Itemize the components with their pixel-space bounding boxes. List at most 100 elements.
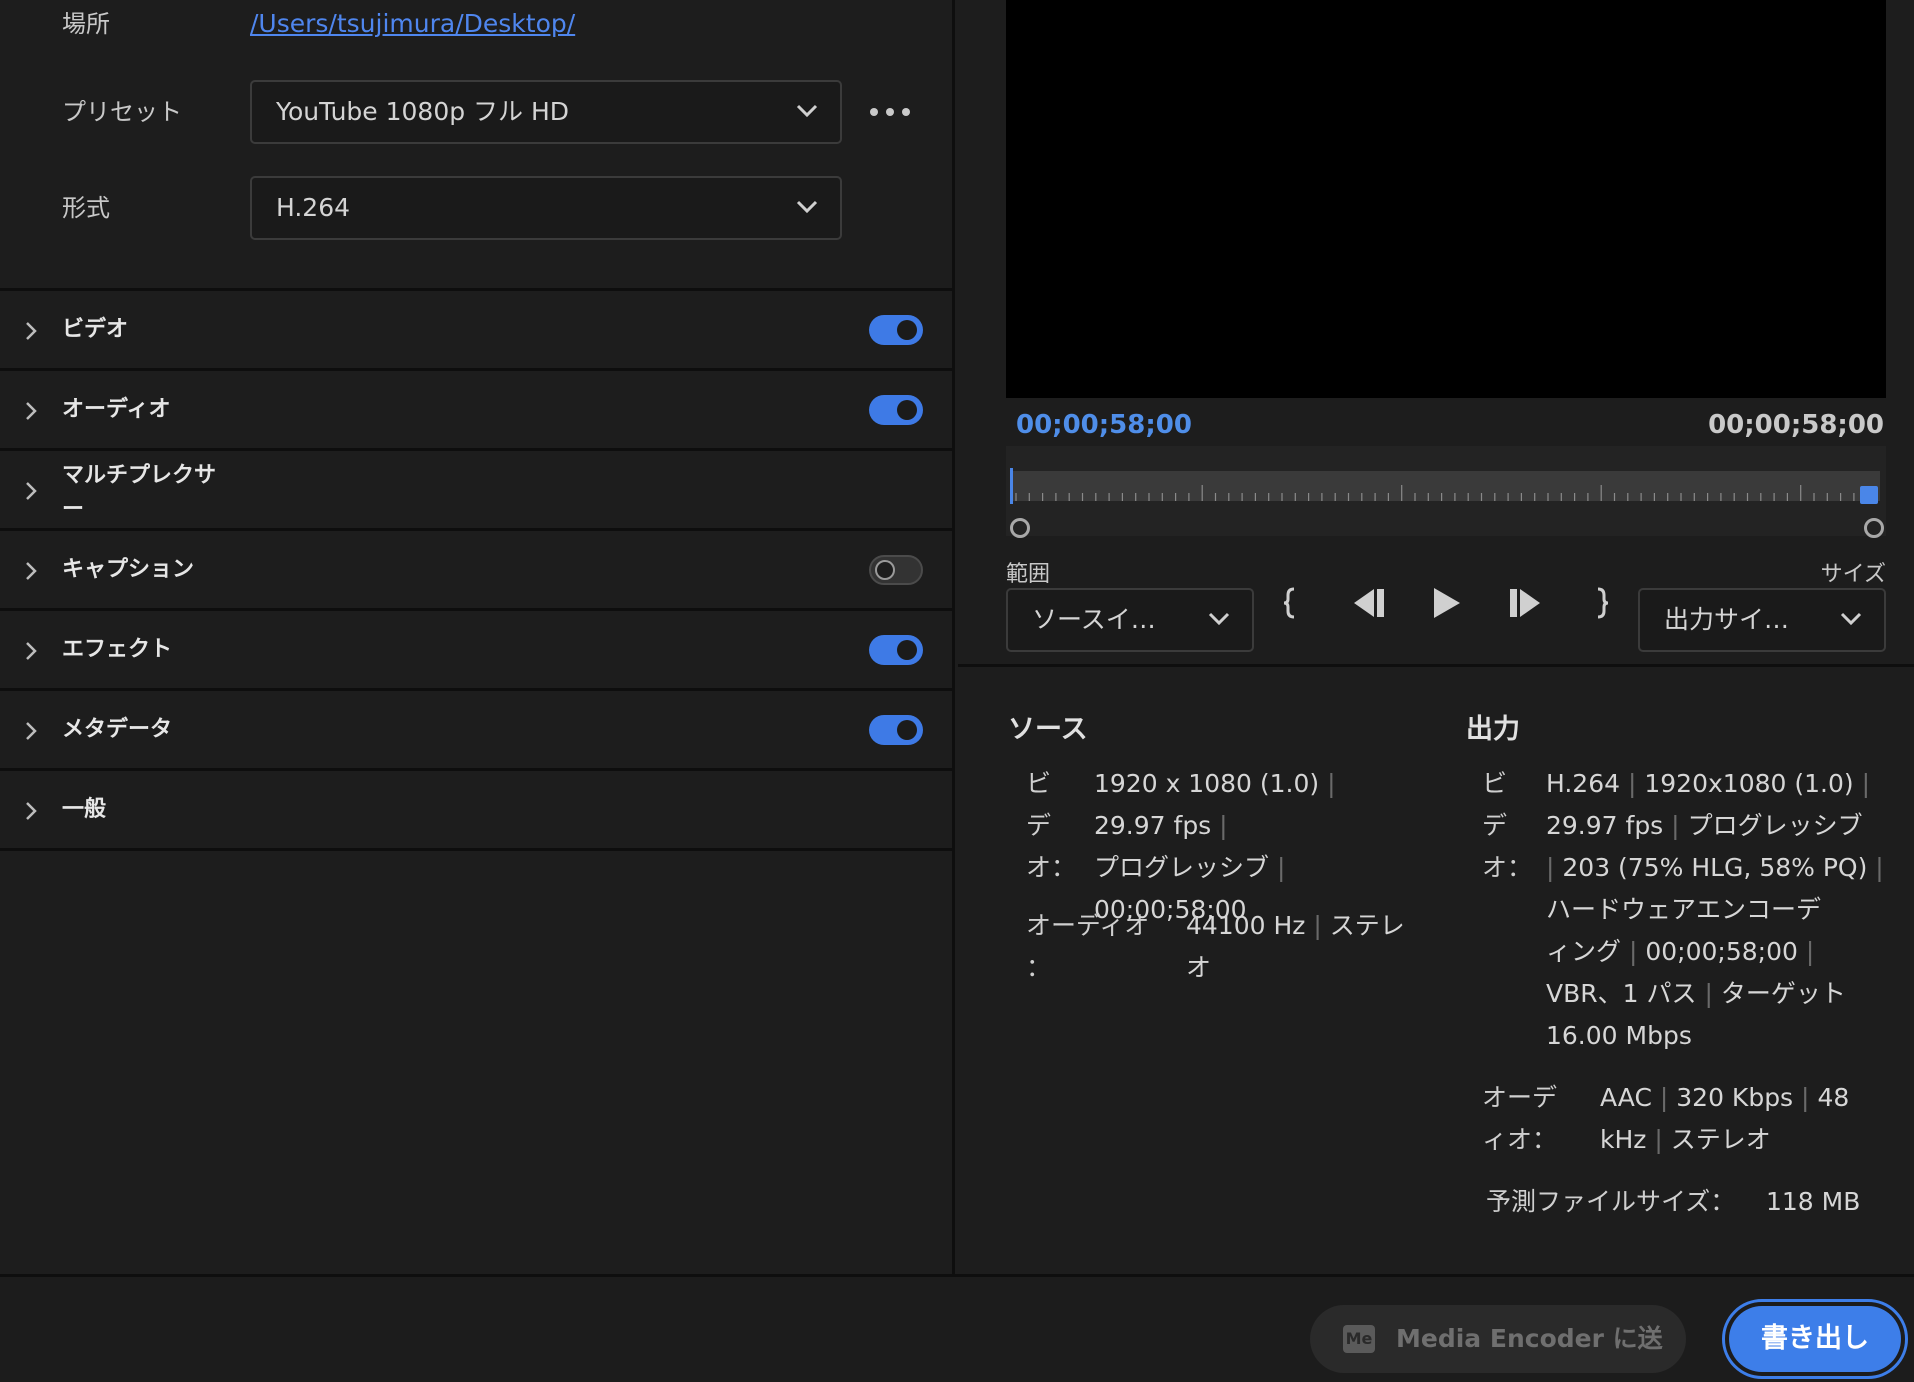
chevron-right-icon — [26, 642, 37, 660]
playhead[interactable] — [1860, 486, 1878, 504]
source-fps: 29.97 fps — [1094, 811, 1212, 840]
chevron-down-icon — [796, 104, 818, 118]
toggle-knob — [897, 720, 917, 740]
output-heading: 出力 — [1466, 714, 1520, 745]
chevron-down-icon — [1840, 612, 1862, 626]
step-forward-icon[interactable] — [1506, 578, 1546, 628]
in-point-marker[interactable] — [1010, 468, 1013, 504]
output-target-label: ターゲット — [1720, 979, 1846, 1008]
output-channels: ステレオ — [1670, 1125, 1771, 1154]
send-to-media-encoder-button[interactable]: Me Media Encoder に送信 — [1310, 1305, 1686, 1373]
output-audio-codec: AAC — [1600, 1083, 1652, 1112]
section-video[interactable]: ビデオ — [0, 291, 955, 371]
format-row: 形式 H.264 — [0, 176, 955, 240]
output-video-label: ビ デ オ： — [1482, 763, 1532, 889]
size-label: サイズ — [1820, 562, 1886, 587]
range-start-handle[interactable] — [1010, 518, 1030, 538]
source-scan: プログレッシブ — [1094, 853, 1270, 882]
source-channels: ステレ — [1329, 911, 1405, 940]
media-encoder-icon: Me — [1343, 1325, 1375, 1353]
section-label: マルチプレクサー — [62, 463, 217, 522]
section-label: エフェクト — [62, 637, 173, 662]
section-metadata[interactable]: メタデータ — [0, 691, 955, 771]
source-samplerate: 44100 Hz — [1186, 911, 1306, 940]
source-output-summary: ソース ビ デ オ： 1920 x 1080 (1.0) | 29.97 fps… — [958, 664, 1914, 1274]
source-audio-label: オーディオ ： — [1026, 905, 1149, 989]
chevron-down-icon — [796, 200, 818, 214]
toggle-knob — [897, 640, 917, 660]
label-char: オ： — [1026, 853, 1077, 882]
section-general[interactable]: 一般 — [0, 771, 955, 851]
location-label: 場所 — [62, 10, 110, 38]
output-bitrate: 16.00 Mbps — [1546, 1021, 1692, 1050]
output-samplerate-unit: kHz — [1600, 1125, 1647, 1154]
chevron-right-icon — [26, 322, 37, 340]
export-label: 書き出し — [1729, 1306, 1901, 1372]
footer-bar: Me Media Encoder に送信 書き出し — [0, 1274, 1914, 1382]
label-char: ビ — [1482, 769, 1508, 798]
section-label: ビデオ — [62, 317, 129, 342]
preset-row: プリセット YouTube 1080p フル HD — [0, 80, 955, 144]
output-scan: プログレッシブ — [1687, 811, 1863, 840]
timeline-track[interactable] — [1010, 471, 1880, 501]
section-audio[interactable]: オーディオ — [0, 371, 955, 451]
output-audio-info: AAC | 320 Kbps | 48 kHz | ステレオ — [1600, 1083, 1850, 1154]
section-multiplexer[interactable]: マルチプレクサー — [0, 451, 955, 531]
preset-dropdown[interactable]: YouTube 1080p フル HD — [250, 80, 842, 144]
section-effects[interactable]: エフェクト — [0, 611, 955, 691]
label-char: ビ — [1026, 769, 1052, 798]
output-resolution: 1920x1080 (1.0) — [1644, 769, 1854, 798]
timecode-in[interactable]: 00;00;58;00 — [1016, 410, 1192, 440]
output-codec: H.264 — [1546, 769, 1621, 798]
toggle-knob — [897, 320, 917, 340]
timeline-ticks — [1015, 485, 1868, 501]
preset-value: YouTube 1080p フル HD — [276, 97, 570, 126]
captions-toggle[interactable] — [869, 555, 923, 585]
effects-toggle[interactable] — [869, 635, 923, 665]
video-toggle[interactable] — [869, 315, 923, 345]
play-icon[interactable] — [1428, 578, 1464, 628]
dot-icon — [886, 108, 894, 116]
output-bitrate-mode: VBR、1 パス — [1546, 979, 1697, 1008]
format-value: H.264 — [276, 193, 351, 222]
output-size-dropdown[interactable]: 出力サイ… — [1638, 588, 1886, 652]
section-label: オーディオ — [62, 397, 171, 422]
output-encoder: ハードウェアエンコーデ — [1546, 895, 1822, 924]
section-label: キャプション — [62, 557, 195, 582]
label-char: デ — [1026, 811, 1052, 840]
format-dropdown[interactable]: H.264 — [250, 176, 842, 240]
range-label: 範囲 — [1006, 562, 1051, 587]
filesize-label: 予測ファイルサイズ： — [1486, 1187, 1736, 1216]
media-encoder-label: Media Encoder に送信 — [1396, 1324, 1663, 1353]
audio-toggle[interactable] — [869, 395, 923, 425]
chevron-right-icon — [26, 722, 37, 740]
source-audio-info: 44100 Hz | ステレ オ — [1186, 905, 1405, 989]
export-settings-panel: 場所 /Users/tsujimura/Desktop/ プリセット YouTu… — [0, 0, 955, 1274]
toggle-knob — [875, 560, 895, 580]
label-char: デ — [1482, 811, 1508, 840]
preset-more-options-button[interactable] — [870, 96, 910, 128]
export-button[interactable]: 書き出し — [1722, 1299, 1908, 1379]
range-end-handle[interactable] — [1864, 518, 1884, 538]
range-dropdown[interactable]: ソースイ… — [1006, 588, 1254, 652]
output-audio-label: オーデ ィオ： — [1482, 1077, 1557, 1161]
dot-icon — [902, 108, 910, 116]
source-video-label: ビ デ オ： — [1026, 763, 1077, 889]
mark-out-icon[interactable] — [1592, 578, 1612, 628]
section-captions[interactable]: キャプション — [0, 531, 955, 611]
output-audio-bitrate: 320 Kbps — [1676, 1083, 1794, 1112]
preview-panel: 00;00;58;00 00;00;58;00 範囲 サイズ ソースイ… 出力サ… — [958, 0, 1914, 1274]
timeline-scrubber[interactable] — [1006, 446, 1886, 538]
chevron-right-icon — [26, 802, 37, 820]
toggle-knob — [897, 400, 917, 420]
step-back-icon[interactable] — [1348, 578, 1388, 628]
output-samplerate: 48 — [1817, 1083, 1850, 1112]
location-path-link[interactable]: /Users/tsujimura/Desktop/ — [250, 0, 575, 52]
output-fps: 29.97 fps — [1546, 811, 1664, 840]
metadata-toggle[interactable] — [869, 715, 923, 745]
settings-sections: ビデオ オーディオ マルチプレクサー キャプション エフェクト メタデータ 一般 — [0, 288, 955, 851]
size-value: 出力サイ… — [1664, 605, 1790, 634]
source-resolution: 1920 x 1080 (1.0) — [1094, 769, 1320, 798]
label-line: オーデ — [1482, 1083, 1558, 1112]
mark-in-icon[interactable] — [1280, 578, 1300, 628]
